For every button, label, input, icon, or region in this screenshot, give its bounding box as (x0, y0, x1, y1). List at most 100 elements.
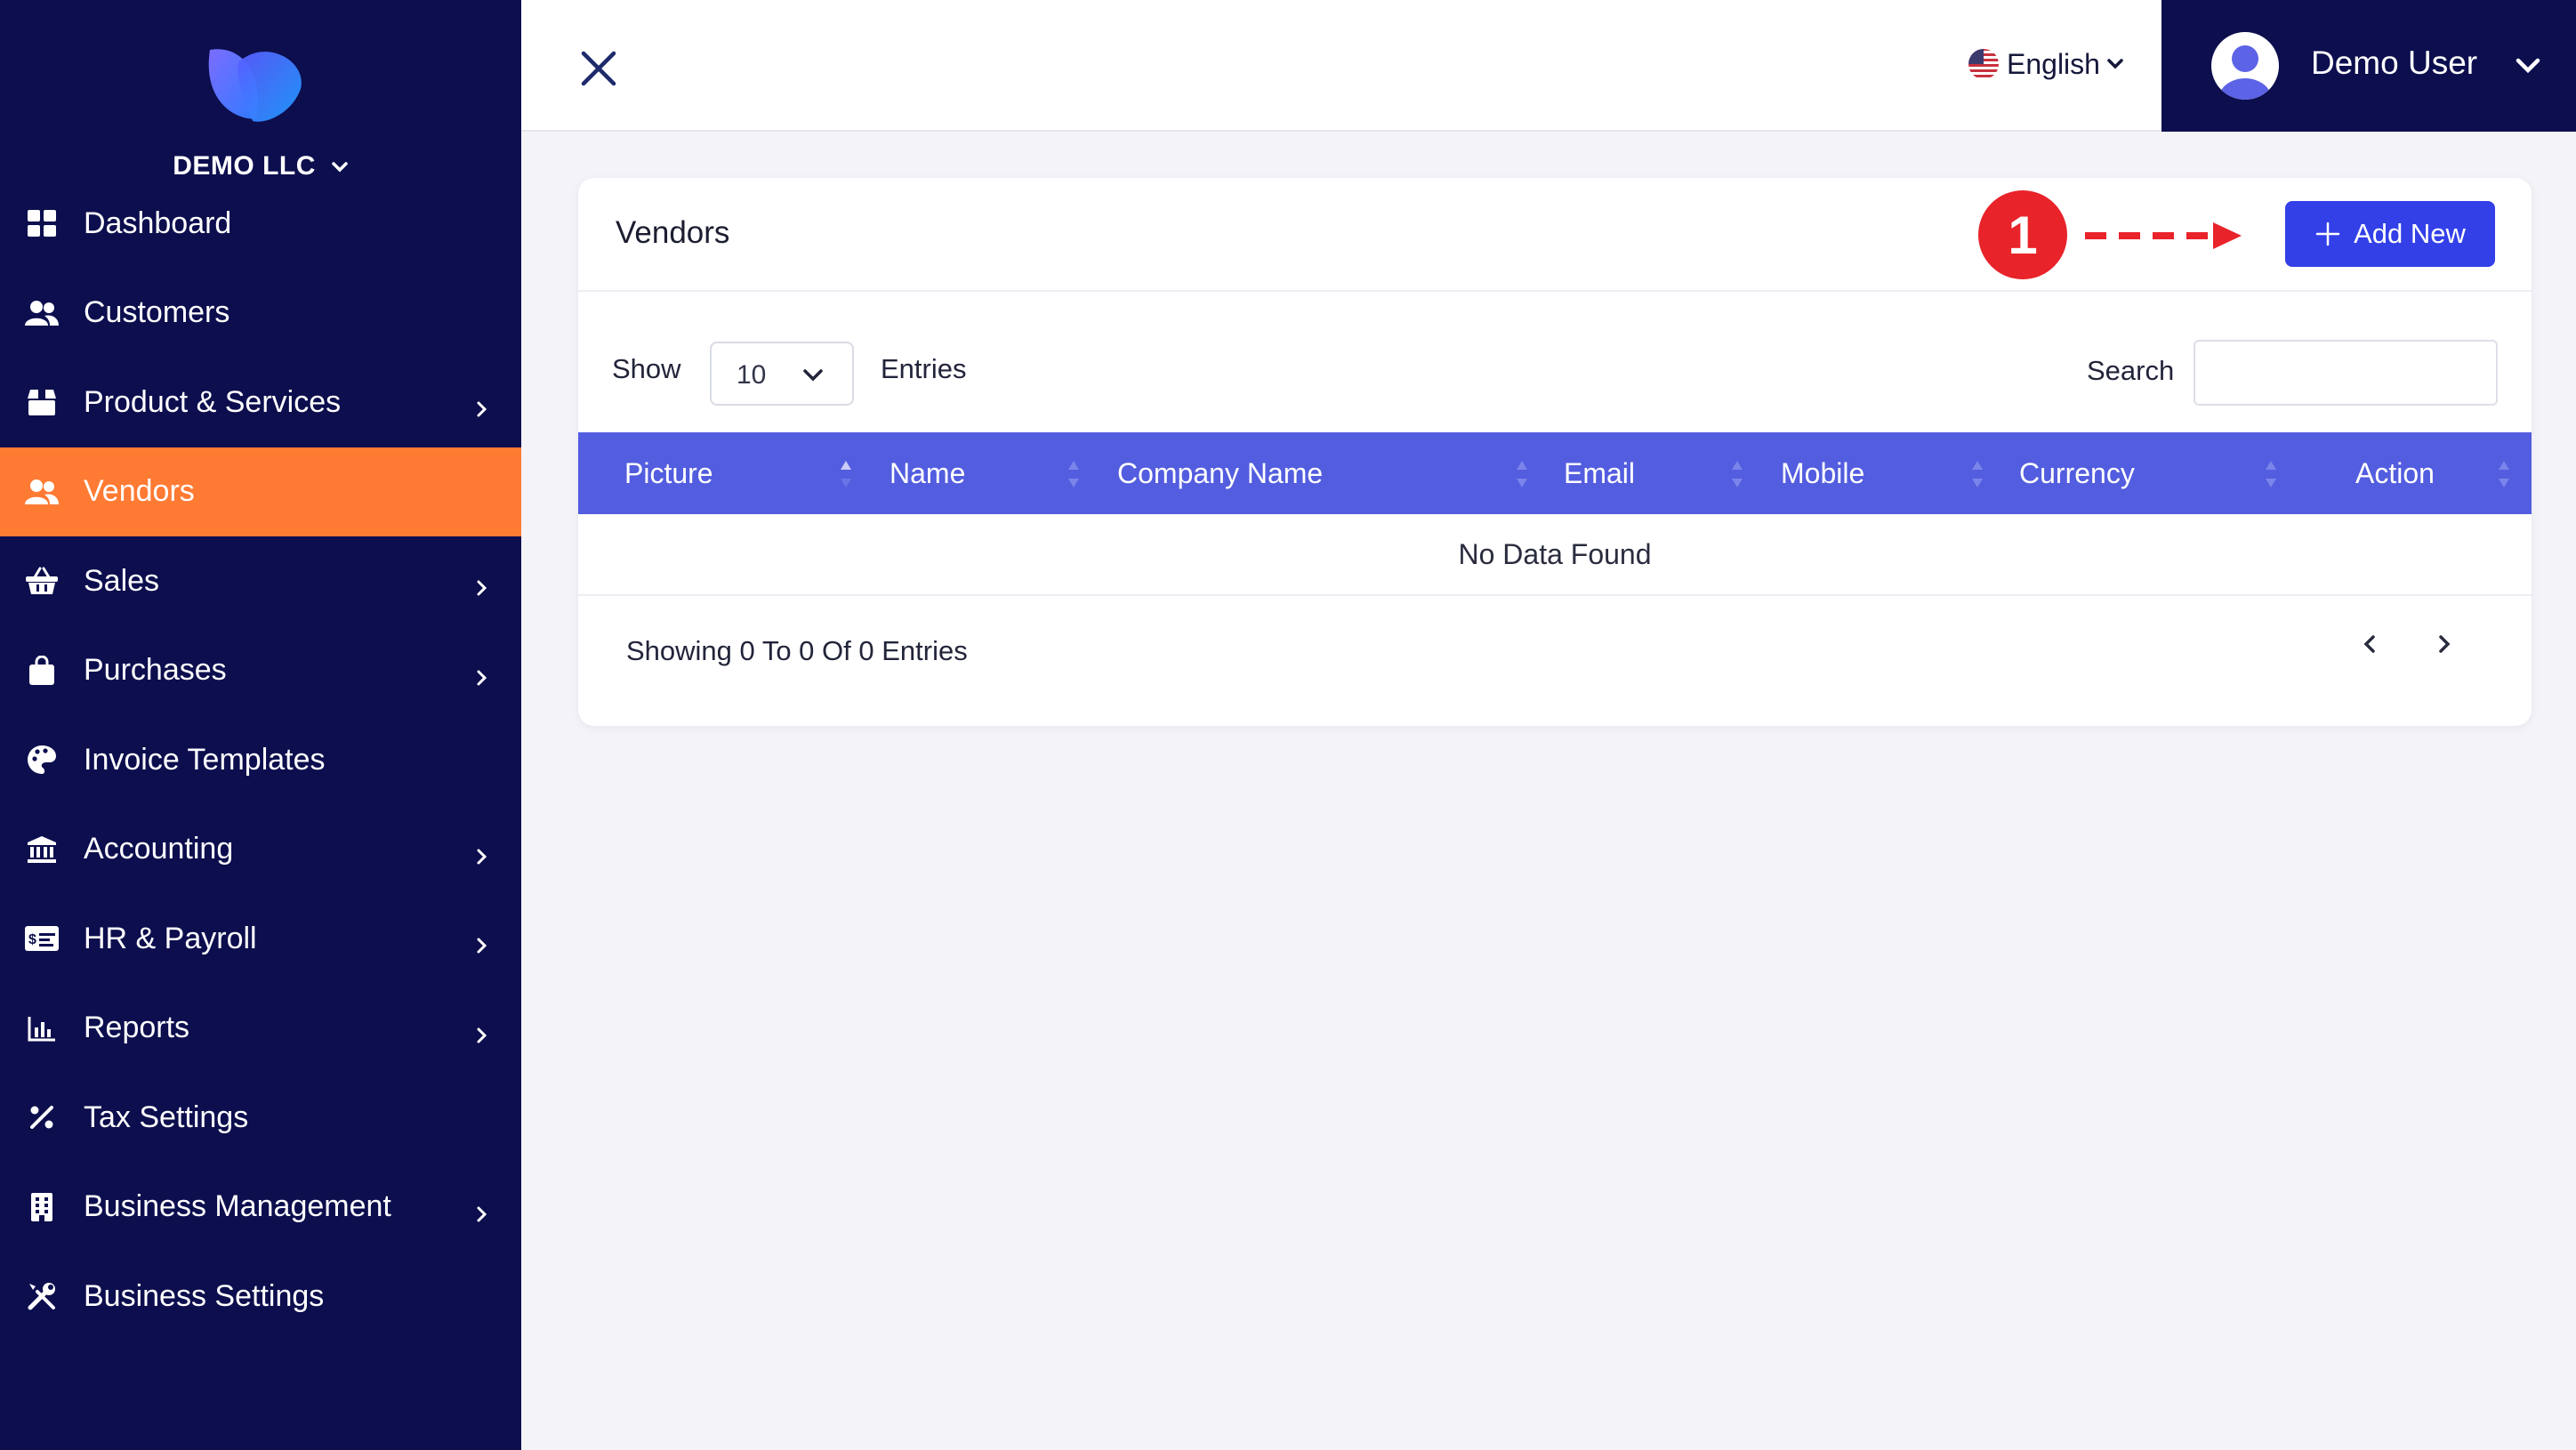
column-header-name[interactable]: Name (890, 432, 965, 514)
percent-icon (25, 1100, 59, 1134)
add-new-button[interactable]: Add New (2285, 201, 2495, 267)
sidebar-item-label: Business Management (84, 1189, 391, 1224)
chevron-down-icon (2516, 58, 2540, 74)
table-empty-row: No Data Found (578, 514, 2532, 596)
sort-icon[interactable] (1516, 459, 1528, 489)
column-label: Company Name (1117, 456, 1324, 489)
sidebar-item-tax-settings[interactable]: Tax Settings (0, 1073, 521, 1163)
sidebar-item-label: Customers (84, 295, 230, 330)
chevron-right-icon (477, 1027, 487, 1043)
column-label: Picture (624, 456, 713, 489)
column-label: Currency (2019, 456, 2135, 489)
column-header-email[interactable]: Email (1564, 432, 1635, 514)
sidebar-item-invoice-templates[interactable]: Invoice Templates (0, 715, 521, 805)
chevron-down-icon (332, 162, 348, 173)
sidebar-item-product-services[interactable]: Product & Services (0, 358, 521, 447)
entries-label: Entries (881, 353, 967, 384)
table-header: Picture Name Company Name Email Mobile C… (578, 432, 2532, 514)
svg-text:$: $ (28, 932, 36, 947)
column-header-company-name[interactable]: Company Name (1117, 432, 1323, 514)
vendors-card: Vendors 1 Add New Show 10 Entries Search… (578, 178, 2532, 726)
column-label: Action (2355, 456, 2435, 489)
next-page-button[interactable] (2425, 624, 2464, 664)
bank-icon (25, 833, 59, 866)
bag-icon (25, 654, 59, 688)
sidebar-item-reports[interactable]: Reports (0, 984, 521, 1074)
users-icon (25, 475, 59, 509)
show-label: Show (612, 353, 681, 384)
brand-logo-icon[interactable] (203, 43, 306, 128)
bar-chart-icon (25, 1011, 59, 1045)
company-name: DEMO LLC (173, 151, 316, 181)
sidebar-item-customers[interactable]: Customers (0, 269, 521, 358)
chevron-right-icon (477, 849, 487, 865)
sort-icon[interactable] (2265, 459, 2277, 489)
sidebar-item-business-settings[interactable]: Business Settings (0, 1252, 521, 1341)
avatar-icon (2211, 32, 2279, 100)
search-input[interactable] (2194, 340, 2498, 406)
tools-icon (25, 1279, 59, 1313)
id-card-icon: $ (25, 922, 59, 955)
box-icon (25, 385, 59, 419)
sidebar-item-label: Purchases (84, 653, 227, 688)
sidebar-item-label: Reports (84, 1011, 190, 1045)
sidebar-item-label: Dashboard (84, 205, 232, 240)
sidebar-item-label: Accounting (84, 832, 234, 866)
page-title: Vendors (616, 215, 730, 250)
sort-icon[interactable] (1971, 459, 1984, 489)
building-icon (25, 1190, 59, 1224)
sidebar-item-label: Invoice Templates (84, 742, 326, 777)
chevron-down-icon (2107, 59, 2123, 69)
user-menu[interactable]: Demo User (2161, 0, 2576, 132)
chevron-down-icon (803, 369, 823, 382)
chevron-right-icon (477, 580, 487, 596)
divider (578, 290, 2532, 292)
annotation-arrow-icon (2085, 222, 2242, 249)
sidebar-item-hr-payroll[interactable]: $ HR & Payroll (0, 894, 521, 984)
sidebar-nav: Dashboard Customers Product & Services V… (0, 179, 521, 1341)
column-label: Name (890, 456, 966, 489)
chevron-right-icon (477, 670, 487, 686)
sort-icon[interactable] (1067, 459, 1080, 489)
basket-icon (25, 564, 59, 598)
plus-icon (2315, 222, 2340, 246)
chevron-right-icon (477, 1206, 487, 1222)
column-header-currency[interactable]: Currency (2019, 432, 2135, 514)
entries-value: 10 (737, 360, 767, 390)
chevron-left-icon (2363, 635, 2375, 653)
sidebar: DEMO LLC Dashboard Customers Product & S… (0, 0, 521, 1450)
users-icon (25, 296, 59, 330)
pagination-summary: Showing 0 To 0 Of 0 Entries (626, 635, 968, 666)
sidebar-item-purchases[interactable]: Purchases (0, 626, 521, 716)
sidebar-item-label: Vendors (84, 474, 195, 509)
entries-per-page-select[interactable]: 10 (710, 342, 854, 406)
sidebar-item-sales[interactable]: Sales (0, 536, 521, 626)
sidebar-item-business-management[interactable]: Business Management (0, 1163, 521, 1253)
chevron-right-icon (477, 938, 487, 954)
company-switcher[interactable]: DEMO LLC (0, 151, 521, 181)
sidebar-item-accounting[interactable]: Accounting (0, 805, 521, 895)
chevron-right-icon (2439, 635, 2451, 653)
sidebar-item-label: Business Settings (84, 1278, 325, 1313)
sort-icon[interactable] (2498, 459, 2510, 489)
language-selector[interactable]: English (1968, 44, 2125, 84)
previous-page-button[interactable] (2350, 624, 2389, 664)
column-header-mobile[interactable]: Mobile (1781, 432, 1864, 514)
column-header-action[interactable]: Action (2355, 432, 2435, 514)
dashboard-icon (25, 206, 59, 240)
sidebar-item-dashboard[interactable]: Dashboard (0, 179, 521, 269)
column-header-picture[interactable]: Picture (624, 432, 713, 514)
sidebar-item-vendors[interactable]: Vendors (0, 447, 521, 536)
sort-icon[interactable] (840, 459, 852, 489)
us-flag-icon (1968, 49, 1999, 79)
sidebar-item-label: Tax Settings (84, 1100, 249, 1134)
sidebar-item-label: HR & Payroll (84, 921, 257, 955)
sidebar-item-label: Product & Services (84, 384, 342, 419)
sort-icon[interactable] (1731, 459, 1743, 489)
palette-icon (25, 743, 59, 777)
chevron-right-icon (477, 401, 487, 417)
close-icon[interactable] (578, 48, 619, 89)
add-new-label: Add New (2354, 218, 2466, 249)
column-label: Mobile (1781, 456, 1865, 489)
search-label: Search (2087, 355, 2175, 386)
